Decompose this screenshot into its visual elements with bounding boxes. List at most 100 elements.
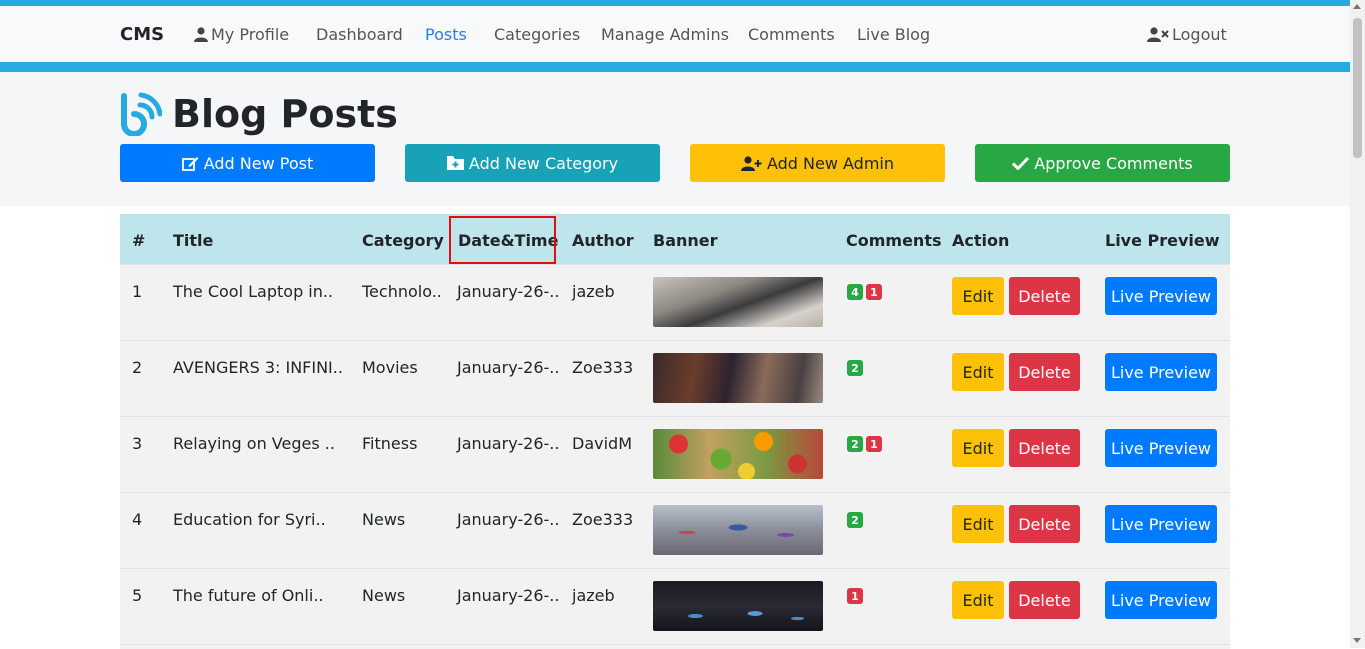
live-preview-button[interactable]: Live Preview	[1105, 581, 1217, 619]
post-datetime: January-26-..	[457, 358, 560, 377]
edit-icon	[181, 156, 199, 171]
table-row-partial	[120, 644, 1230, 649]
nav-live-blog[interactable]: Live Blog	[857, 25, 930, 44]
column-header-live-preview: Live Preview	[1105, 231, 1220, 250]
post-datetime: January-26-..	[457, 510, 560, 529]
user-times-icon	[1147, 27, 1169, 42]
edit-button[interactable]: Edit	[952, 505, 1004, 543]
table-row: 3 Relaying on Veges .. Fitness January-2…	[120, 416, 1230, 492]
post-title: The Cool Laptop in..	[173, 282, 334, 301]
approve-comments-button[interactable]: Approve Comments	[975, 144, 1230, 182]
nav-comments[interactable]: Comments	[748, 25, 835, 44]
post-category: News	[362, 586, 406, 605]
row-number: 1	[132, 282, 143, 301]
post-title: Education for Syri..	[173, 510, 326, 529]
nav-accent-bar	[0, 62, 1350, 72]
nav-categories[interactable]: Categories	[494, 25, 580, 44]
column-header-author[interactable]: Author	[572, 231, 634, 250]
button-label: Approve Comments	[1034, 153, 1193, 173]
post-author: jazeb	[572, 586, 615, 605]
delete-button[interactable]: Delete	[1009, 505, 1080, 543]
post-category: Movies	[362, 358, 418, 377]
row-number: 5	[132, 586, 143, 605]
comment-badges: 4 1	[847, 284, 882, 300]
post-author: Zoe333	[572, 358, 634, 377]
nav-posts[interactable]: Posts	[425, 25, 467, 44]
post-author: jazeb	[572, 282, 615, 301]
comment-badges: 1	[847, 588, 863, 604]
banner-image	[653, 353, 823, 403]
edit-button[interactable]: Edit	[952, 429, 1004, 467]
brand-logo[interactable]: CMS	[120, 24, 164, 45]
add-new-category-button[interactable]: Add New Category	[405, 144, 660, 182]
button-label: Add New Admin	[766, 153, 895, 173]
post-title: The future of Onli..	[173, 586, 324, 605]
button-label: Add New Category	[468, 153, 619, 173]
live-preview-button[interactable]: Live Preview	[1105, 277, 1217, 315]
post-datetime: January-26-..	[457, 434, 560, 453]
column-header-number: #	[132, 231, 146, 250]
approved-comments-badge: 2	[847, 360, 863, 376]
datetime-highlight-box	[449, 216, 556, 264]
comment-badges: 2	[847, 512, 863, 528]
nav-my-profile[interactable]: My Profile	[194, 25, 289, 44]
button-label: Add New Post	[203, 153, 314, 173]
post-category: Technolo..	[362, 282, 442, 301]
table-header: # Title Category Date&Time Author Banner…	[120, 214, 1230, 264]
nav-dashboard[interactable]: Dashboard	[316, 25, 403, 44]
table-row: 1 The Cool Laptop in.. Technolo.. Januar…	[120, 264, 1230, 340]
delete-button[interactable]: Delete	[1009, 581, 1080, 619]
add-new-admin-button[interactable]: Add New Admin	[690, 144, 945, 182]
nav-manage-admins[interactable]: Manage Admins	[601, 25, 729, 44]
approved-comments-badge: 4	[847, 284, 863, 300]
pending-comments-badge: 1	[866, 284, 882, 300]
post-datetime: January-26-..	[457, 586, 560, 605]
scroll-down-arrow-icon[interactable]	[1353, 638, 1361, 643]
column-header-banner: Banner	[653, 231, 718, 250]
live-preview-button[interactable]: Live Preview	[1105, 353, 1217, 391]
nav-label: My Profile	[211, 25, 290, 44]
post-author: DavidM	[572, 434, 632, 453]
column-header-category[interactable]: Category	[362, 231, 444, 250]
vertical-scrollbar[interactable]	[1350, 0, 1365, 648]
scrollbar-thumb[interactable]	[1353, 18, 1362, 158]
approved-comments-badge: 2	[847, 512, 863, 528]
logout-label: Logout	[1172, 25, 1227, 44]
user-icon	[194, 27, 208, 42]
approved-comments-badge: 2	[847, 436, 863, 452]
comment-badges: 2	[847, 360, 863, 376]
pending-comments-badge: 1	[847, 588, 863, 604]
delete-button[interactable]: Delete	[1009, 353, 1080, 391]
edit-button[interactable]: Edit	[952, 581, 1004, 619]
column-header-action: Action	[952, 231, 1010, 250]
delete-button[interactable]: Delete	[1009, 277, 1080, 315]
edit-button[interactable]: Edit	[952, 353, 1004, 391]
post-author: Zoe333	[572, 510, 634, 529]
nav-logout[interactable]: Logout	[1147, 25, 1227, 44]
post-title: AVENGERS 3: INFINI..	[173, 358, 343, 377]
user-plus-icon	[740, 155, 762, 171]
post-datetime: January-26-..	[457, 282, 560, 301]
post-category: News	[362, 510, 406, 529]
table-row: 4 Education for Syri.. News January-26-.…	[120, 492, 1230, 568]
table-row: 2 AVENGERS 3: INFINI.. Movies January-26…	[120, 340, 1230, 416]
add-new-post-button[interactable]: Add New Post	[120, 144, 375, 182]
edit-button[interactable]: Edit	[952, 277, 1004, 315]
pending-comments-badge: 1	[866, 436, 882, 452]
live-preview-button[interactable]: Live Preview	[1105, 429, 1217, 467]
blog-logo-icon	[121, 92, 162, 136]
banner-image	[653, 429, 823, 479]
scroll-up-arrow-icon[interactable]	[1353, 4, 1361, 9]
page-title: Blog Posts	[172, 92, 398, 136]
comment-badges: 2 1	[847, 436, 882, 452]
delete-button[interactable]: Delete	[1009, 429, 1080, 467]
column-header-title[interactable]: Title	[173, 231, 213, 250]
banner-image	[653, 581, 823, 631]
column-header-comments: Comments	[846, 231, 942, 250]
live-preview-button[interactable]: Live Preview	[1105, 505, 1217, 543]
row-number: 3	[132, 434, 143, 453]
row-number: 2	[132, 358, 143, 377]
table-row: 5 The future of Onli.. News January-26-.…	[120, 568, 1230, 644]
folder-plus-icon	[446, 156, 464, 170]
banner-image	[653, 277, 823, 327]
